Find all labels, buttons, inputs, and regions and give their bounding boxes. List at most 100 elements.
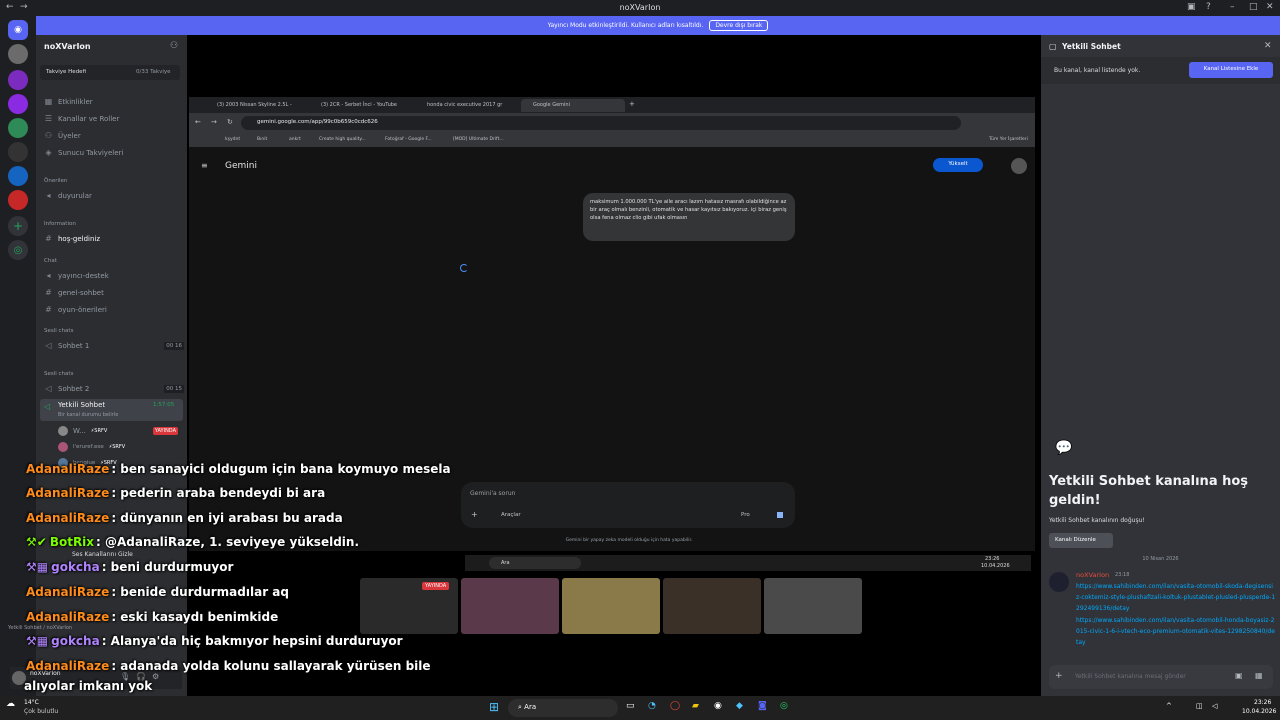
category-information[interactable]: Information: [44, 221, 76, 227]
gift-icon[interactable]: ▣: [1235, 671, 1243, 680]
welcome-heading: Yetkili Sohbet kanalına hoş geldin!: [1049, 474, 1249, 508]
whatsapp-icon[interactable]: ◎: [780, 701, 788, 711]
add-attachment-icon[interactable]: +: [1055, 671, 1063, 681]
bookmark[interactable]: Bınit: [257, 137, 267, 142]
chat-message: ⚒▦ gokcha: Alanya'da hiç bakmıyor hepsini…: [26, 634, 403, 648]
invite-icon[interactable]: ⚇: [170, 41, 178, 51]
bookmark[interactable]: kşydnt: [225, 137, 240, 142]
new-tab-icon[interactable]: +: [629, 100, 635, 108]
channel-hos-geldiniz[interactable]: # hoş-geldiniz: [44, 234, 184, 243]
reload-icon[interactable]: ↻: [227, 118, 233, 126]
browser-tab[interactable]: (3) 2003 Nissan Skyline 2.5L -: [217, 102, 292, 108]
camera-tile[interactable]: [663, 578, 761, 634]
chrome-icon[interactable]: ◉: [714, 701, 722, 711]
avatar[interactable]: [1049, 572, 1069, 592]
close-icon[interactable]: ✕: [1264, 41, 1272, 51]
close-icon[interactable]: ✕: [1266, 2, 1274, 12]
add-to-channel-list-button[interactable]: Kanal Listesine Ekle: [1189, 62, 1273, 78]
explore-icon[interactable]: ◎: [8, 240, 28, 260]
folder-icon[interactable]: ▰: [692, 701, 699, 711]
task-view-icon[interactable]: ▭: [626, 701, 635, 711]
prompt-input[interactable]: Gemini'a sorun + Araçlar Pro: [461, 482, 795, 528]
message-link[interactable]: https://www.sahibinden.com/ilan/vasita-o…: [1076, 581, 1276, 614]
stream-tile[interactable]: YAYINDA: [360, 578, 458, 634]
maximize-icon[interactable]: □: [1249, 2, 1258, 12]
menu-members[interactable]: ⚇ Üyeler: [44, 131, 184, 140]
bookmark[interactable]: [MOD] Ultimate Drift...: [453, 137, 504, 142]
clock-date[interactable]: 10.04.2026: [1242, 708, 1276, 715]
voice-user[interactable]: l'eruref.exe ⚡SRFV: [58, 442, 178, 452]
date-divider: 10 Nisan 2026: [1142, 556, 1179, 562]
hide-voice-channels[interactable]: Ses Kanallarını Gizle: [72, 551, 133, 558]
model-selector[interactable]: Pro: [741, 512, 750, 518]
message-input[interactable]: + Yetkili Sohbet kanalına mesaj gönder ▣…: [1049, 665, 1273, 689]
message-link[interactable]: https://www.sahibinden.com/ilan/vasita-o…: [1076, 615, 1276, 648]
boost-goal[interactable]: Takviye Hedefi 0/33 Takviye: [40, 65, 180, 80]
dm-avatar[interactable]: [8, 44, 28, 64]
server-icon[interactable]: [8, 94, 28, 114]
browser-tab[interactable]: honda civic executive 2017 gr: [427, 102, 502, 108]
bookmark[interactable]: Create high quality...: [319, 137, 366, 142]
camera-tile[interactable]: [764, 578, 862, 634]
server-icon[interactable]: [8, 166, 28, 186]
channel-yayinci-destek[interactable]: ◂ yayıncı-destek: [44, 271, 184, 280]
tools-button[interactable]: Araçlar: [501, 512, 521, 518]
add-server-icon[interactable]: +: [8, 216, 28, 236]
avatar[interactable]: [1011, 158, 1027, 174]
category-voice-1[interactable]: Sesli chats: [44, 328, 73, 334]
settings-icon[interactable]: ⚙: [152, 672, 159, 681]
edge-icon[interactable]: ◔: [648, 701, 656, 711]
bookmark[interactable]: Fotoğraf - Google F...: [385, 137, 432, 142]
camera-tile[interactable]: [461, 578, 559, 634]
back-icon[interactable]: ←: [195, 118, 201, 126]
browser-tab-active[interactable]: Google Gemini: [521, 99, 625, 112]
channel-sohbet-2[interactable]: ◁ Sohbet 2 00 15: [44, 384, 184, 393]
channel-duyurular[interactable]: ◂ duyurular: [44, 191, 184, 200]
volume-icon[interactable]: ◁: [1212, 702, 1217, 710]
server-icon[interactable]: [8, 190, 28, 210]
forward-icon[interactable]: →: [211, 118, 217, 126]
menu-icon[interactable]: ≡: [201, 161, 208, 170]
category-chat[interactable]: Chat: [44, 258, 57, 264]
network-icon[interactable]: ◫: [1196, 702, 1203, 710]
weather-temp[interactable]: 14°C: [24, 699, 39, 706]
guild-name[interactable]: noXVarIon: [44, 42, 91, 51]
camera-tile[interactable]: [562, 578, 660, 634]
menu-events[interactable]: ▦ Etkinlikler: [44, 97, 184, 106]
app-icon[interactable]: ◆: [736, 701, 743, 711]
bookmark[interactable]: ankrt: [289, 137, 301, 142]
disable-streamer-mode-button[interactable]: Devre dışı bırak: [709, 20, 769, 31]
channel-sohbet-1[interactable]: ◁ Sohbet 1 00 16: [44, 341, 184, 350]
channel-oyun-oneriler[interactable]: # oyun-önerileri: [44, 305, 184, 314]
message-author[interactable]: noXVarIon: [1076, 571, 1109, 579]
all-bookmarks[interactable]: Tüm Yer İşaretleri: [989, 137, 1028, 142]
tray-chevron-icon[interactable]: ^: [1166, 702, 1172, 710]
server-icon[interactable]: [8, 118, 28, 138]
category-voice-2[interactable]: Sesli chats: [44, 371, 73, 377]
apps-icon[interactable]: ▦: [1255, 671, 1263, 680]
channel-genel-sohbet[interactable]: # genel-sohbet: [44, 288, 184, 297]
discord-icon[interactable]: ◙: [758, 701, 767, 711]
category-suggested[interactable]: Önerilen: [44, 178, 67, 184]
chat-icon: ▢: [1049, 42, 1057, 51]
clock-time[interactable]: 23:26: [1254, 699, 1271, 706]
server-icon[interactable]: [8, 142, 28, 162]
menu-channels-roles[interactable]: ☰ Kanallar ve Roller: [44, 114, 184, 123]
inbox-icon[interactable]: ▣: [1187, 2, 1196, 12]
server-icon[interactable]: [8, 70, 28, 90]
taskbar-search[interactable]: ⌕ Ara: [508, 699, 618, 717]
stop-icon[interactable]: [777, 512, 783, 518]
help-icon[interactable]: ?: [1206, 2, 1211, 12]
voice-user[interactable]: W... ⚡SRFV YAYINDA: [58, 426, 178, 436]
address-bar[interactable]: gemini.google.com/app/99c0b659c0cdc626: [241, 116, 961, 130]
menu-server-boosts[interactable]: ◈ Sunucu Takviyeleri: [44, 148, 184, 157]
edit-channel-button[interactable]: Kanalı Düzenle: [1049, 533, 1113, 548]
add-icon[interactable]: +: [471, 510, 478, 519]
opera-icon[interactable]: ◯: [670, 701, 680, 711]
start-icon[interactable]: ⊞: [489, 700, 499, 714]
minimize-icon[interactable]: –: [1230, 2, 1235, 12]
browser-tab[interactable]: (3) 2CR - Serbet İnci - YouTube: [321, 102, 397, 108]
upgrade-button[interactable]: Yükselt: [933, 158, 983, 172]
discord-home-icon[interactable]: ◉: [8, 20, 28, 40]
channel-yetkili-sohbet[interactable]: ◁ Yetkili Sohbet 1:57:05 Bir kanal durum…: [40, 399, 183, 421]
